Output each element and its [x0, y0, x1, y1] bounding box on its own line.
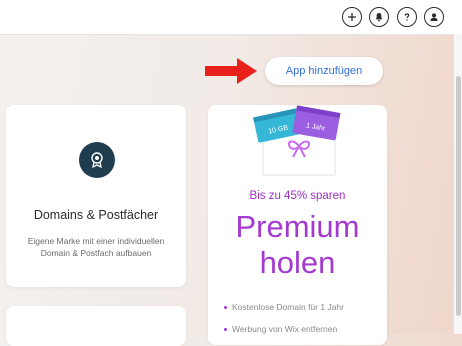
list-item: Werbung von Wix entfernen [224, 323, 344, 335]
notifications-bell-icon[interactable] [369, 7, 389, 27]
bottom-card[interactable] [6, 306, 186, 346]
domains-title: Domains & Postfächer [33, 208, 159, 222]
red-arrow-icon [205, 58, 257, 84]
account-user-icon[interactable] [424, 7, 444, 27]
domains-description: Eigene Marke mit einer individuellen Dom… [27, 236, 165, 258]
bullet-icon [224, 305, 227, 309]
bullet-icon [224, 327, 227, 331]
domains-card[interactable]: Domains & Postfächer Eigene Marke mit ei… [6, 105, 186, 287]
scrollbar-thumb[interactable] [456, 76, 461, 316]
top-bar [0, 0, 462, 35]
premium-feature-list: Kostenlose Domain für 1 Jahr Werbung von… [224, 301, 344, 345]
feature-label: Kostenlose Domain für 1 Jahr [232, 302, 344, 312]
globe-badge-icon [79, 142, 115, 178]
scrollbar[interactable] [453, 34, 462, 334]
help-question-icon[interactable] [397, 7, 417, 27]
gift-tickets-illustration: 10 GB 1 Jahr [253, 105, 341, 176]
add-icon[interactable] [342, 7, 362, 27]
premium-card[interactable]: 10 GB 1 Jahr Bis zu 45% sparen Premium h… [208, 105, 387, 345]
promo-text: Bis zu 45% sparen [249, 190, 346, 202]
premium-title: Premium holen [208, 209, 387, 281]
feature-label: Werbung von Wix entfernen [232, 324, 338, 334]
list-item: Kostenlose Domain für 1 Jahr [224, 301, 344, 313]
add-app-button[interactable]: App hinzufügen [265, 57, 383, 85]
premium-title-line2: holen [259, 245, 336, 280]
premium-title-line1: Premium [235, 209, 360, 244]
